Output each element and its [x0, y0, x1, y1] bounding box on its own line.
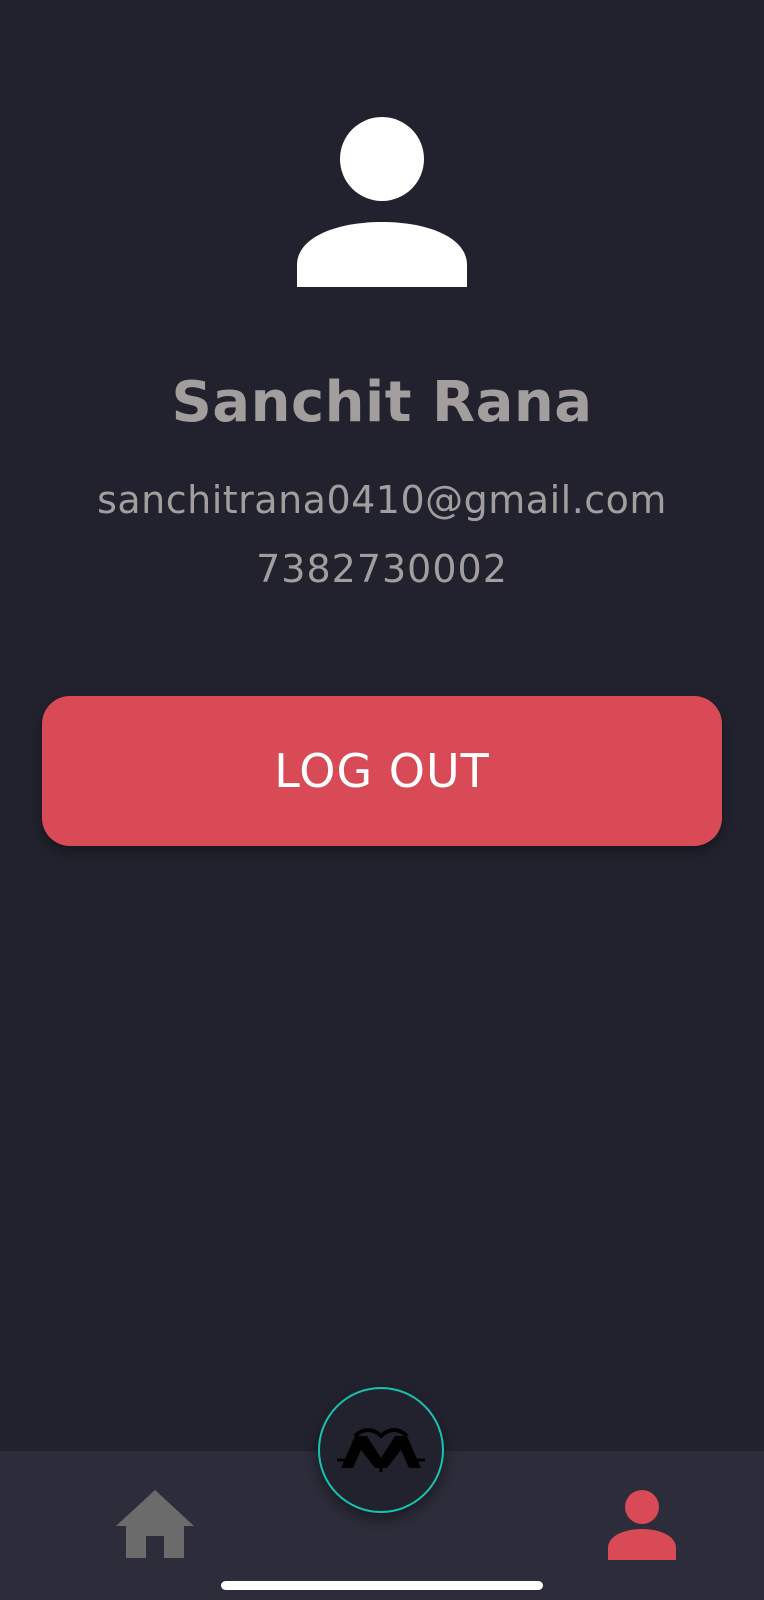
- nav-home-icon[interactable]: [114, 1488, 196, 1560]
- nav-profile-icon[interactable]: [608, 1490, 676, 1560]
- profile-phone: 7382730002: [256, 547, 508, 591]
- app-logo-icon: [337, 1428, 425, 1472]
- logout-button[interactable]: LOG OUT: [42, 696, 722, 846]
- profile-avatar-icon: [297, 117, 467, 287]
- app-logo-button[interactable]: [318, 1387, 444, 1513]
- home-indicator: [221, 1581, 543, 1590]
- profile-screen: Sanchit Rana sanchitrana0410@gmail.com 7…: [0, 0, 764, 1600]
- profile-name: Sanchit Rana: [171, 370, 593, 435]
- profile-email: sanchitrana0410@gmail.com: [97, 478, 667, 522]
